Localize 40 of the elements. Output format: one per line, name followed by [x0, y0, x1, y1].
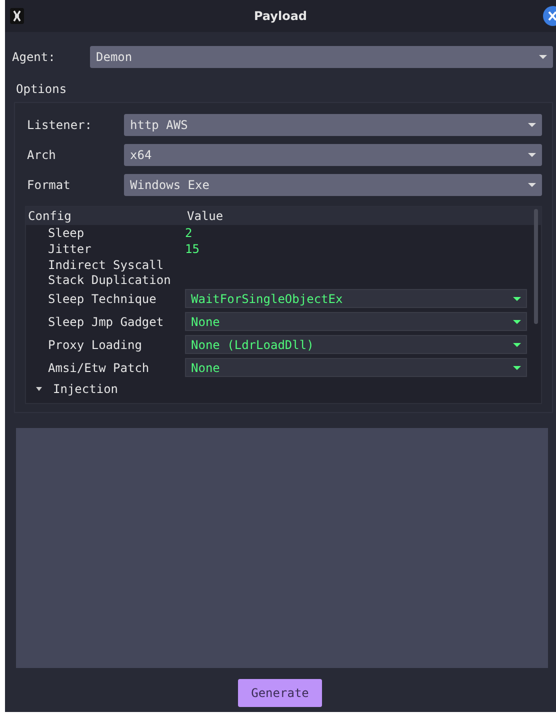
scrollbar[interactable]: [534, 209, 538, 324]
caret-icon: [528, 123, 536, 127]
field-label: Listener:: [26, 118, 94, 132]
options-heading: Options: [15, 81, 68, 98]
field-label: Arch: [26, 148, 57, 162]
field-label: Format: [26, 178, 72, 192]
caret-icon: [539, 55, 547, 59]
tree-group[interactable]: Injection: [53, 382, 118, 396]
value-dropdown[interactable]: WaitForSingleObjectEx: [185, 289, 527, 308]
expand-arrow-icon[interactable]: [36, 387, 42, 391]
caret-icon: [513, 366, 521, 370]
agent-dropdown[interactable]: Demon: [90, 46, 553, 68]
caret-icon: [528, 183, 536, 187]
option-dropdown[interactable]: x64: [124, 144, 542, 166]
config-value: 2: [185, 226, 192, 240]
config-name: Stack Duplication: [47, 272, 172, 286]
config-name: Indirect Syscall: [47, 258, 165, 272]
caret-icon: [528, 153, 536, 157]
config-name: Sleep: [47, 226, 86, 240]
caret-icon: [513, 342, 521, 346]
generate-button[interactable]: Generate: [238, 679, 322, 707]
caret-icon: [513, 296, 521, 300]
value-dropdown[interactable]: None (LdrLoadDll): [185, 335, 527, 354]
app-icon: [10, 8, 24, 24]
agent-label: Agent:: [12, 50, 56, 64]
config-name: Proxy Loading: [47, 338, 143, 352]
window-title: Payload: [254, 9, 308, 23]
value-dropdown[interactable]: None: [185, 312, 527, 331]
config-name: Sleep Jmp Gadget: [47, 314, 165, 328]
option-dropdown[interactable]: http AWS: [124, 114, 542, 136]
config-name: Jitter: [47, 242, 92, 256]
config-name: Amsi/Etw Patch: [47, 360, 150, 374]
close-icon[interactable]: [542, 6, 556, 26]
config-name: Sleep Technique: [47, 292, 158, 306]
value-dropdown[interactable]: None: [185, 358, 527, 377]
config-value: 15: [185, 242, 200, 256]
option-dropdown[interactable]: Windows Exe: [124, 174, 542, 196]
column-header: Value: [187, 209, 224, 223]
column-header: Config: [27, 209, 72, 223]
caret-icon: [513, 320, 521, 324]
